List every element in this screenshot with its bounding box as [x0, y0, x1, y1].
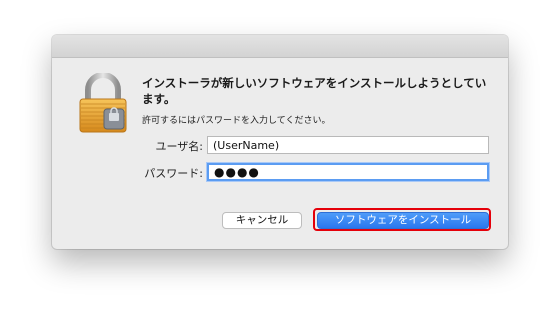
screen: インストーラが新しいソフトウェアをインストールしようとしています。 許可するには…: [0, 0, 560, 319]
password-field[interactable]: [207, 163, 489, 181]
padlock-icon: [79, 73, 127, 133]
dialog-heading: インストーラが新しいソフトウェアをインストールしようとしています。: [142, 76, 487, 106]
username-field[interactable]: [207, 136, 489, 154]
authentication-dialog: インストーラが新しいソフトウェアをインストールしようとしています。 許可するには…: [52, 35, 508, 249]
password-label: パスワード:: [144, 167, 203, 180]
cancel-button[interactable]: キャンセル: [222, 212, 302, 229]
install-software-button[interactable]: ソフトウェアをインストール: [317, 212, 489, 229]
dialog-title-bar[interactable]: [52, 35, 508, 58]
dialog-instruction: 許可するにはパスワードを入力してください。: [142, 116, 331, 126]
username-label: ユーザ名:: [155, 140, 204, 153]
